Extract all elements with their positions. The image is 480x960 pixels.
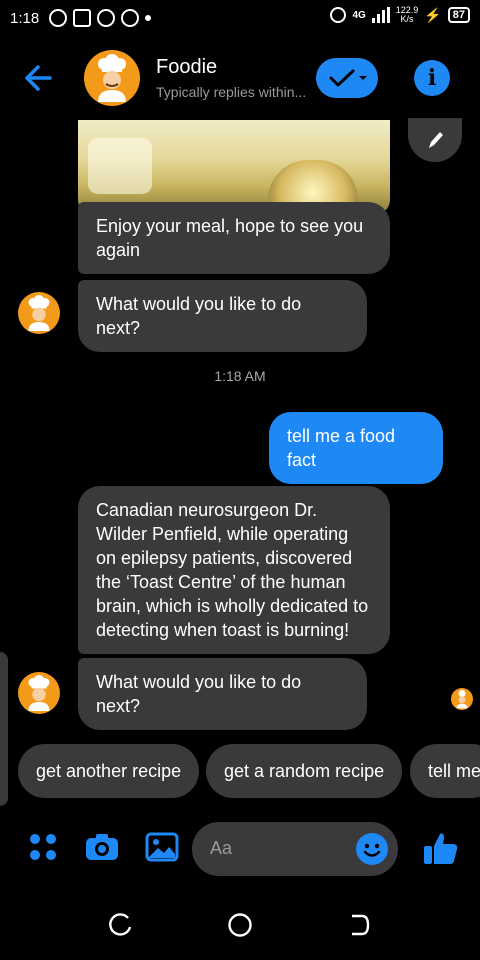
gallery-icon <box>145 832 179 862</box>
vpn-icon <box>121 9 140 27</box>
message-bubble-outgoing[interactable]: tell me a food fact <box>269 412 443 484</box>
image-glass <box>88 138 152 194</box>
message-list: Enjoy your meal, hope to see you again W… <box>0 116 480 736</box>
system-nav-bar <box>0 900 480 950</box>
app-notification-icon <box>73 9 92 27</box>
recents-button[interactable] <box>108 912 134 938</box>
battery-indicator: 87 <box>447 7 470 23</box>
chat-title[interactable]: Foodie <box>156 56 217 79</box>
read-receipt-avatar <box>451 688 473 710</box>
hotspot-icon <box>330 7 347 23</box>
message-bubble-incoming[interactable]: What would you like to do next? <box>78 280 367 352</box>
recents-icon <box>109 913 132 936</box>
message-input[interactable]: Aa <box>192 822 398 876</box>
chat-subtitle: Typically replies within... <box>156 84 307 100</box>
status-right: 4G 122.9 K/s ⚡ 87 <box>330 6 470 24</box>
camera-button[interactable] <box>84 830 120 869</box>
bot-avatar-small[interactable] <box>18 672 60 714</box>
signal-icon <box>371 7 390 23</box>
quick-reply-button[interactable]: get a random recipe <box>206 744 403 798</box>
network-type: 4G <box>352 9 366 21</box>
message-input-placeholder: Aa <box>210 838 233 858</box>
chef-icon <box>28 675 50 711</box>
info-button[interactable]: i <box>414 60 450 96</box>
like-button[interactable] <box>420 828 460 873</box>
messenger-icon <box>49 9 68 27</box>
camera-icon <box>86 834 118 860</box>
edit-button[interactable] <box>408 118 462 162</box>
chef-icon <box>28 295 50 331</box>
check-dropdown-button[interactable] <box>316 58 378 98</box>
message-bubble-incoming[interactable]: Enjoy your meal, hope to see you again <box>78 202 390 274</box>
food-image[interactable] <box>78 120 390 214</box>
arrow-left-icon <box>25 65 52 91</box>
notification-icons <box>49 9 152 27</box>
pencil-icon <box>429 132 443 148</box>
quick-replies: get another recipe get a random recipe t… <box>0 744 480 798</box>
network-speed: 122.9 K/s <box>396 6 419 24</box>
check-dropdown-icon <box>329 69 367 87</box>
bot-avatar[interactable] <box>84 50 140 106</box>
speed-unit: K/s <box>400 14 414 24</box>
quick-reply-button[interactable]: tell me <box>410 744 480 798</box>
chef-icon <box>456 689 468 709</box>
thumbs-up-icon <box>424 833 458 864</box>
more-notifications-icon <box>145 15 152 21</box>
charging-icon: ⚡ <box>424 6 442 23</box>
back-nav-button[interactable] <box>346 912 372 938</box>
info-icon: i <box>427 65 437 91</box>
gallery-button[interactable] <box>144 830 180 869</box>
apps-icon <box>30 834 56 860</box>
bot-avatar-small[interactable] <box>18 292 60 334</box>
back-button[interactable] <box>20 58 60 98</box>
message-bubble-incoming[interactable]: Canadian neurosurgeon Dr. Wilder Penfiel… <box>78 486 390 654</box>
apps-button[interactable] <box>26 830 60 869</box>
home-button[interactable] <box>227 912 253 938</box>
shield-icon <box>97 9 116 27</box>
chat-header: Foodie Typically replies within... i <box>0 40 480 116</box>
chef-icon <box>98 54 126 102</box>
message-timestamp: 1:18 AM <box>214 368 266 384</box>
emoji-button[interactable] <box>356 833 388 865</box>
quick-reply-button[interactable]: get another recipe <box>18 744 200 798</box>
status-time: 1:18 <box>10 9 40 27</box>
emoji-icon <box>363 843 381 857</box>
message-bubble-incoming[interactable]: What would you like to do next? <box>78 658 367 730</box>
status-bar: 1:18 4G 122.9 K/s ⚡ 87 <box>0 0 480 36</box>
home-icon <box>228 913 252 937</box>
back-nav-icon <box>352 914 370 936</box>
message-composer: Aa <box>0 820 480 880</box>
